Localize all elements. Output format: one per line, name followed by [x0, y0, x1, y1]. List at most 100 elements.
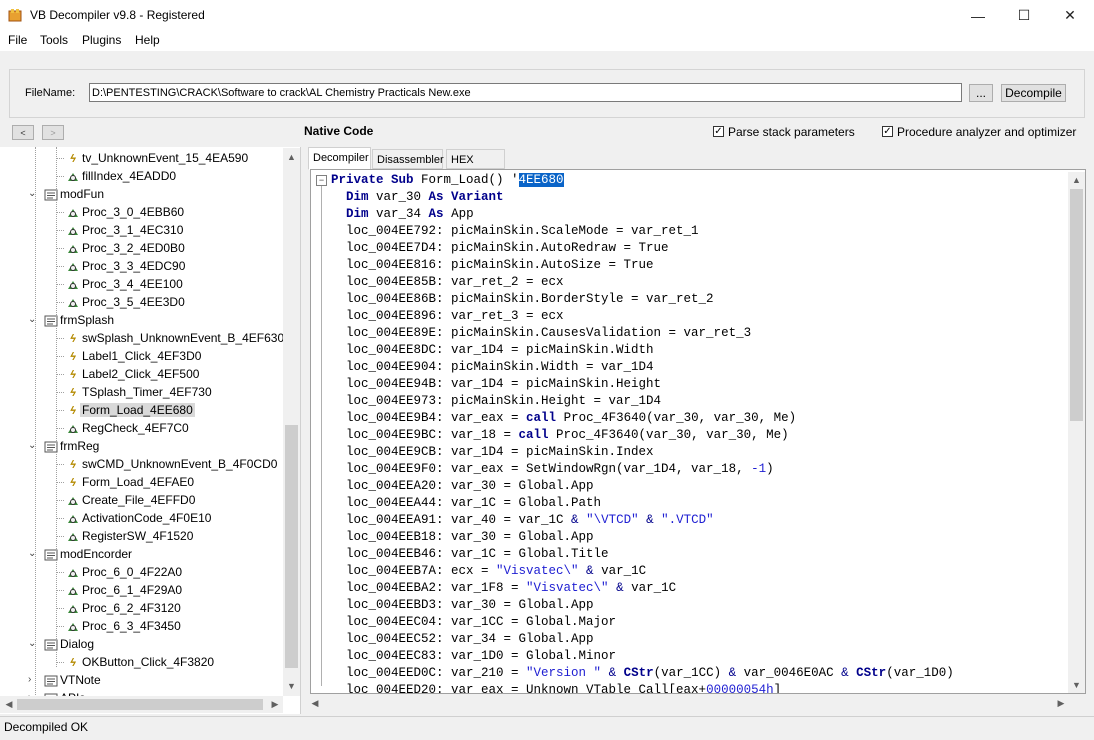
code-line: loc_004EEC83: var_1D0 = Global.Minor — [331, 648, 616, 665]
browse-button[interactable]: ... — [969, 84, 993, 102]
code-token: Proc_4F3640(var_30, var_30, Me) — [563, 411, 797, 425]
code-token: "Visvatec\" — [526, 581, 609, 595]
tree-view[interactable]: ϟ tv_UnknownEvent_15_4EA590 fillIndex_4EAD… — [0, 147, 301, 714]
expand-icon[interactable]: › — [28, 671, 31, 689]
code-line: loc_004EE94B: var_1D4 = picMainSkin.Heig… — [331, 376, 661, 393]
decompile-button[interactable]: Decompile — [1001, 84, 1066, 102]
minimize-button[interactable]: — — [955, 0, 1001, 31]
code-scroll-left-icon[interactable]: ◀ — [308, 696, 322, 711]
tree-scroll-right-icon[interactable]: ▶ — [268, 697, 282, 712]
code-token: loc_004EE9CB: var_1D4 = picMainSkin.Inde… — [331, 445, 654, 459]
tree-guide — [56, 482, 64, 483]
tree-item[interactable]: fillIndex_4EADD0 — [66, 167, 178, 185]
code-scroll-right-icon[interactable]: ▶ — [1054, 696, 1068, 711]
code-editor[interactable]: − Private Sub Form_Load() '4EE680 Dim va… — [310, 169, 1086, 694]
code-token: & — [638, 513, 662, 527]
tab-hex-editor[interactable]: HEX Editor — [446, 149, 505, 186]
stack-params-checkbox[interactable]: ✓ — [713, 126, 724, 137]
tree-guide — [56, 572, 64, 573]
tree-item[interactable]: Proc_3_4_4EE100 — [66, 275, 185, 293]
menu-plugins[interactable]: Plugins — [79, 33, 124, 47]
event-icon: ϟ — [70, 351, 76, 363]
tree-module-node[interactable]: › VTNote — [28, 671, 103, 689]
tree-scroll-thumb[interactable] — [285, 425, 298, 668]
menu-file[interactable]: File — [5, 33, 30, 47]
tree-item-label: Proc_6_0_4F22A0 — [82, 565, 183, 579]
tree-module-node[interactable]: ⌄ Dialog — [28, 635, 96, 653]
tree-item[interactable]: Proc_3_3_4EDC90 — [66, 257, 187, 275]
maximize-button[interactable]: ☐ — [1001, 0, 1047, 31]
tab-decompiler[interactable]: Decompiler — [308, 147, 371, 170]
filename-input[interactable]: D:\PENTESTING\CRACK\Software to crack\AL… — [89, 83, 962, 102]
tree-module-node[interactable]: ⌄ modEncorder — [28, 545, 134, 563]
tree-guide — [56, 147, 57, 667]
event-icon: ϟ — [70, 333, 76, 345]
tree-item-label: modFun — [60, 187, 105, 201]
tree-item[interactable]: Create_File_4EFFD0 — [66, 491, 197, 509]
tree-item[interactable]: ϟ TSplash_Timer_4EF730 — [66, 383, 214, 401]
tree-module-node[interactable]: ⌄ frmSplash — [28, 311, 116, 329]
code-line: loc_004EEB18: var_30 = Global.App — [331, 529, 594, 546]
tree-item[interactable]: ϟ OKButton_Click_4F3820 — [66, 653, 216, 671]
tree-item[interactable]: ϟ Label2_Click_4EF500 — [66, 365, 201, 383]
tree-item[interactable]: Proc_6_2_4F3120 — [66, 599, 183, 617]
tree-guide — [56, 464, 64, 465]
status-text: Decompiled OK — [4, 720, 89, 734]
tree-item[interactable]: Proc_6_0_4F22A0 — [66, 563, 184, 581]
tree-item[interactable]: RegisterSW_4F1520 — [66, 527, 195, 545]
tree-item[interactable]: Proc_3_1_4EC310 — [66, 221, 185, 239]
code-scroll-thumb[interactable] — [1070, 189, 1083, 421]
tree-guide — [56, 284, 64, 285]
tree-item[interactable]: Proc_3_2_4ED0B0 — [66, 239, 187, 257]
tree-guide — [56, 410, 64, 411]
tree-item[interactable]: Proc_3_5_4EE3D0 — [66, 293, 187, 311]
code-line: loc_004EE9B4: var_eax = call Proc_4F3640… — [331, 410, 796, 427]
code-token: loc_004EED0C: var_210 = — [331, 666, 527, 680]
tree-item[interactable]: ϟ swSplash_UnknownEvent_B_4EF630 — [66, 329, 286, 347]
tree-item-label: TSplash_Timer_4EF730 — [82, 385, 212, 399]
tree-item[interactable]: ϟ Form_Load_4EE680 — [66, 401, 195, 419]
code-token: loc_004EEB18: var_30 = Global.App — [331, 530, 594, 544]
tree-guide — [56, 500, 64, 501]
analyzer-checkbox[interactable]: ✓ — [882, 126, 893, 137]
tree-guide — [56, 608, 64, 609]
collapse-icon[interactable]: − — [316, 175, 327, 186]
code-token: "Visvatec\" — [496, 564, 579, 578]
tree-module-node[interactable]: ⌄ modFun — [28, 185, 106, 203]
tree-item[interactable]: ϟ Form_Load_4EFAE0 — [66, 473, 196, 491]
tree-item-label: RegisterSW_4F1520 — [82, 529, 194, 543]
code-token: & — [841, 666, 857, 680]
menu-tools[interactable]: Tools — [37, 33, 71, 47]
tree-scroll-left-icon[interactable]: ◀ — [2, 697, 16, 712]
code-scroll-down-icon[interactable]: ▼ — [1068, 678, 1085, 692]
code-hscrollbar[interactable] — [306, 695, 1086, 712]
tree-item[interactable]: ϟ swCMD_UnknownEvent_B_4F0CD0 — [66, 455, 279, 473]
tree-item[interactable]: Proc_6_3_4F3450 — [66, 617, 183, 635]
tree-item[interactable]: ActivationCode_4F0E10 — [66, 509, 213, 527]
tree-module-node[interactable]: ⌄ frmReg — [28, 437, 101, 455]
forward-button[interactable]: > — [42, 125, 64, 140]
tree-item-label: Proc_6_2_4F3120 — [82, 601, 181, 615]
tab-disassembler[interactable]: Disassembler — [372, 149, 444, 169]
tree-item[interactable]: ϟ tv_UnknownEvent_15_4EA590 — [66, 149, 250, 167]
code-token: loc_004EEBA2: var_1F8 = — [331, 581, 527, 595]
code-line: loc_004EE86B: picMainSkin.BorderStyle = … — [331, 291, 714, 308]
code-token: 00000054h — [706, 683, 774, 694]
menu-help[interactable]: Help — [132, 33, 163, 47]
tree-item[interactable]: ϟ Label1_Click_4EF3D0 — [66, 347, 203, 365]
code-line: loc_004EE973: picMainSkin.Height = var_1… — [331, 393, 661, 410]
procedure-icon — [66, 223, 80, 237]
tree-guide — [56, 536, 64, 537]
back-button[interactable]: < — [12, 125, 34, 140]
code-scroll-up-icon[interactable]: ▲ — [1068, 173, 1085, 187]
tree-item[interactable]: Proc_6_1_4F29A0 — [66, 581, 184, 599]
tree-scroll-down-icon[interactable]: ▼ — [283, 679, 300, 693]
tree-hscroll-thumb[interactable] — [17, 699, 263, 710]
tree-scroll-up-icon[interactable]: ▲ — [283, 150, 300, 164]
tree-item[interactable]: RegCheck_4EF7C0 — [66, 419, 191, 437]
close-button[interactable]: ✕ — [1047, 0, 1093, 31]
tree-item-label: Proc_3_2_4ED0B0 — [82, 241, 185, 255]
code-token: loc_004EEC04: var_1CC = Global.Major — [331, 615, 617, 629]
tree-item[interactable]: Proc_3_0_4EBB60 — [66, 203, 186, 221]
